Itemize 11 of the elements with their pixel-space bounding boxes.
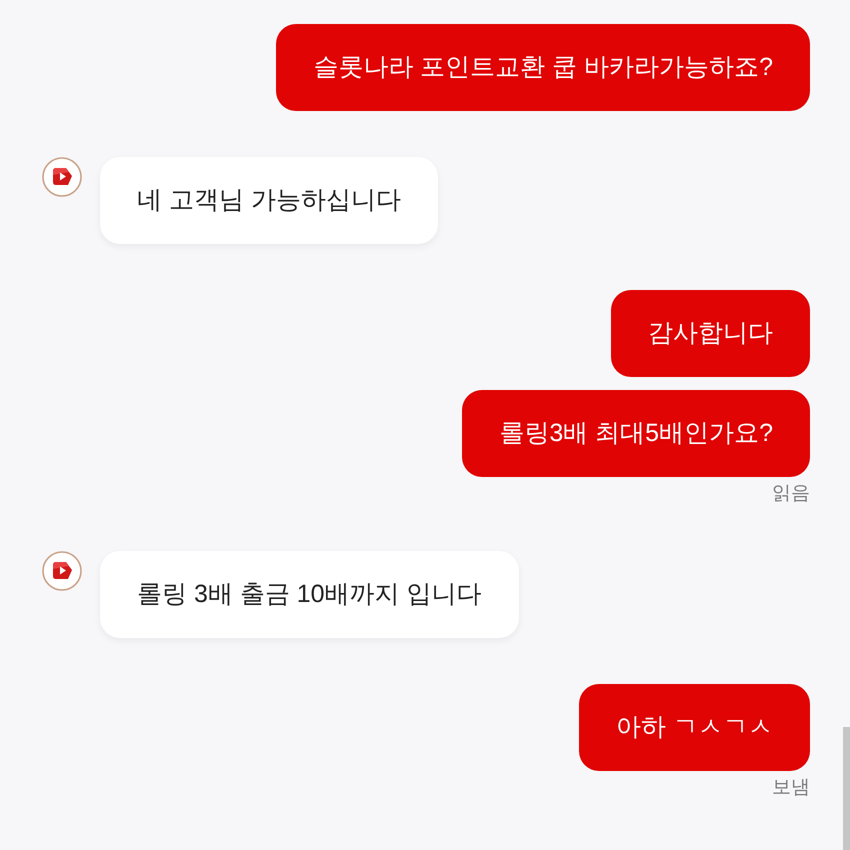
sent-message: 슬롯나라 포인트교환 쿱 바카라가능하죠?	[276, 24, 810, 111]
message-status: 읽음	[772, 483, 810, 505]
avatar-icon[interactable]	[42, 157, 82, 197]
sent-message: 감사합니다	[611, 290, 810, 377]
sent-message: 롤링3배 최대5배인가요?	[462, 390, 810, 477]
sent-message: 아하 ㄱㅅㄱㅅ	[579, 684, 810, 771]
avatar-icon[interactable]	[42, 551, 82, 591]
received-message: 네 고객님 가능하십니다	[100, 157, 438, 244]
scrollbar[interactable]	[843, 727, 850, 850]
message-status: 보냄	[772, 777, 810, 799]
received-message: 롤링 3배 출금 10배까지 입니다	[100, 551, 518, 638]
